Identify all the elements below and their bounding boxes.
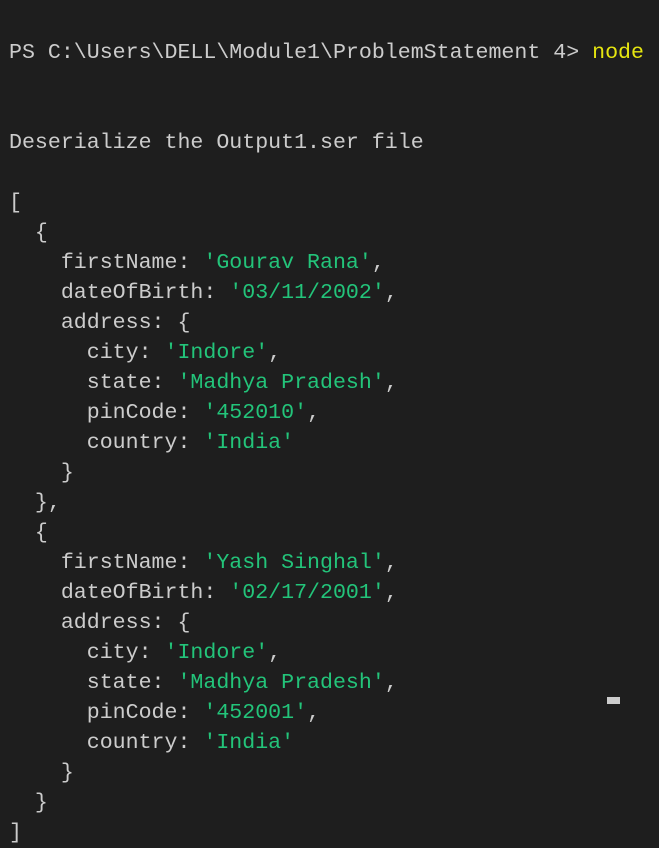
code-text: , <box>307 701 321 725</box>
code-text: , <box>384 671 398 695</box>
code-text: }, <box>9 491 61 515</box>
code-text: city: <box>9 641 165 665</box>
code-text: firstName: <box>9 251 204 275</box>
output-line: address: { <box>9 608 644 638</box>
code-text: country: <box>9 431 204 455</box>
code-text: pinCode: <box>9 701 204 725</box>
output-line: ] <box>9 818 644 848</box>
output-line: { <box>9 518 644 548</box>
output-line: dateOfBirth: '03/11/2002', <box>9 278 644 308</box>
code-text: city: <box>9 341 165 365</box>
code-text: , <box>384 551 398 575</box>
string-value: '452010' <box>203 401 308 425</box>
output-line: { <box>9 218 644 248</box>
output-line: } <box>9 788 644 818</box>
string-value: 'Madhya Pradesh' <box>177 371 385 395</box>
string-value: 'Indore' <box>164 641 269 665</box>
string-value: 'Yash Singhal' <box>203 551 385 575</box>
output-line: [ <box>9 188 644 218</box>
string-value: 'Indore' <box>164 341 269 365</box>
terminal-output: PS C:\Users\DELL\Module1\ProblemStatemen… <box>9 0 644 848</box>
output-line: } <box>9 758 644 788</box>
code-text: , <box>268 641 282 665</box>
output-line: address: { <box>9 308 644 338</box>
output-line: city: 'Indore', <box>9 338 644 368</box>
code-text: address: { <box>9 311 191 335</box>
output-line: city: 'Indore', <box>9 638 644 668</box>
code-text: , <box>268 341 282 365</box>
code-text: } <box>9 761 74 785</box>
command: node <box>592 41 644 65</box>
code-text: { <box>9 521 48 545</box>
code-text: dateOfBirth: <box>9 281 230 305</box>
output-line: state: 'Madhya Pradesh', <box>9 668 644 698</box>
code-text: , <box>384 581 398 605</box>
code-text: [ <box>9 191 22 215</box>
code-text: country: <box>9 731 204 755</box>
string-value: 'Gourav Rana' <box>203 251 372 275</box>
output-line: country: 'India' <box>9 728 644 758</box>
code-text: } <box>9 461 74 485</box>
output-line: state: 'Madhya Pradesh', <box>9 368 644 398</box>
code-text: , <box>307 401 321 425</box>
string-value: 'India' <box>203 431 295 455</box>
code-text: dateOfBirth: <box>9 581 230 605</box>
output-line: firstName: 'Yash Singhal', <box>9 548 644 578</box>
string-value: '02/17/2001' <box>229 581 385 605</box>
message-line: Deserialize the Output1.ser file <box>9 131 424 155</box>
code-text: , <box>384 371 398 395</box>
code-text: { <box>9 221 48 245</box>
string-value: '03/11/2002' <box>229 281 385 305</box>
output-line: country: 'India' <box>9 428 644 458</box>
terminal-cursor <box>607 697 620 704</box>
prompt-line: PS C:\Users\DELL\Module1\ProblemStatemen… <box>9 38 644 68</box>
code-text: , <box>371 251 385 275</box>
string-value: '452001' <box>203 701 308 725</box>
code-text: state: <box>9 671 178 695</box>
code-text: } <box>9 791 48 815</box>
code-text: state: <box>9 371 178 395</box>
output-line: pinCode: '452001', <box>9 698 644 728</box>
output-line: }, <box>9 488 644 518</box>
code-text: ] <box>9 821 22 845</box>
string-value: 'India' <box>203 731 295 755</box>
code-text: address: { <box>9 611 191 635</box>
output-line: } <box>9 458 644 488</box>
output-line: firstName: 'Gourav Rana', <box>9 248 644 278</box>
code-text: firstName: <box>9 551 204 575</box>
output-line: dateOfBirth: '02/17/2001', <box>9 578 644 608</box>
code-text: pinCode: <box>9 401 204 425</box>
code-text: , <box>384 281 398 305</box>
prompt: PS C:\Users\DELL\Module1\ProblemStatemen… <box>9 41 593 65</box>
output-line: pinCode: '452010', <box>9 398 644 428</box>
string-value: 'Madhya Pradesh' <box>177 671 385 695</box>
